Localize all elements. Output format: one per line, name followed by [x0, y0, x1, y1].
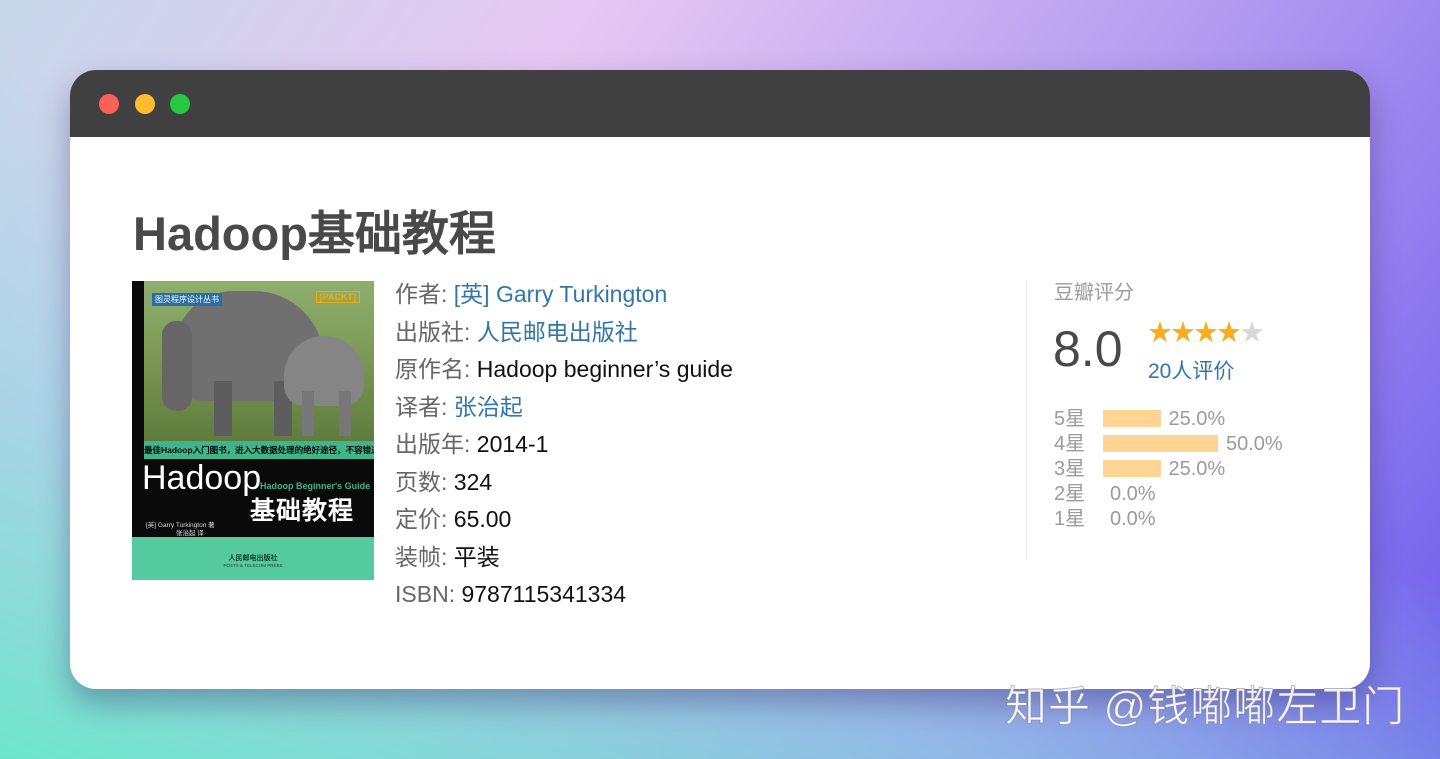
rating-score: 8.0 — [1053, 321, 1123, 377]
rating-count-link[interactable]: 20人评价 — [1148, 355, 1234, 385]
info-row-publisher: 出版社: 人民邮电出版社 — [395, 314, 955, 352]
star-level-label: 3星 — [1054, 458, 1086, 480]
separator: : — [448, 581, 462, 607]
binding-label: 装帧 — [395, 543, 441, 570]
distribution-bar — [1103, 435, 1218, 452]
star-icon: ★ — [1239, 317, 1265, 349]
isbn-label: ISBN — [395, 581, 449, 607]
section-divider — [1026, 280, 1027, 560]
rating-stars: ★★★★★ — [1147, 317, 1265, 349]
separator: : — [464, 318, 477, 345]
publisher-link[interactable]: 人民邮电出版社 — [477, 319, 638, 345]
price-label: 定价 — [395, 506, 441, 532]
rating-distribution-row: 5星 25.0% — [1054, 407, 1314, 432]
separator: : — [441, 506, 454, 532]
author-link[interactable]: [英] Garry Turkington — [454, 281, 667, 307]
rating-distribution-row: 2星 0.0% — [1054, 482, 1314, 507]
distribution-bar — [1103, 410, 1161, 427]
cover-pack-logo: [PACKT] — [315, 291, 360, 303]
distribution-percent: 0.0% — [1110, 508, 1156, 530]
close-window-button[interactable] — [99, 94, 119, 114]
rating-distribution-row: 4星 50.0% — [1054, 432, 1314, 457]
info-row-price: 定价: 65.00 — [395, 501, 955, 539]
zhihu-watermark: 知乎 @钱嘟嘟左卫门 — [1004, 683, 1406, 731]
translator-label: 译者 — [395, 393, 441, 420]
info-row-original-title: 原作名: Hadoop beginner’s guide — [395, 351, 955, 389]
info-row-pub-year: 出版年: 2014-1 — [395, 426, 955, 464]
separator: : — [441, 543, 454, 570]
info-row-author: 作者: [英] Garry Turkington — [395, 276, 955, 314]
pub-year-label: 出版年 — [395, 431, 464, 457]
star-level-label: 5星 — [1054, 408, 1086, 430]
info-row-isbn: ISBN: 9787115341334 — [395, 576, 955, 614]
distribution-bar — [1103, 460, 1161, 477]
distribution-percent: 50.0% — [1226, 433, 1283, 455]
cover-title-en: Hadoop — [142, 459, 262, 497]
distribution-percent: 0.0% — [1110, 483, 1156, 505]
cover-publisher-en: POSTS & TELECOM PRESS — [223, 563, 283, 568]
rating-distribution-row: 1星 0.0% — [1054, 507, 1314, 532]
binding-value: 平装 — [453, 543, 500, 570]
cover-title-cn: 基础教程 — [250, 497, 355, 525]
separator: : — [441, 281, 454, 307]
book-info-list: 作者: [英] Garry Turkington 出版社: 人民邮电出版社 原作… — [395, 276, 955, 614]
translator-link[interactable]: 张治起 — [454, 394, 523, 420]
original-title-value: Hadoop beginner’s guide — [476, 356, 733, 382]
price-value: 65.00 — [453, 506, 512, 532]
pages-value: 324 — [453, 468, 493, 495]
minimize-window-button[interactable] — [135, 94, 155, 114]
star-level-label: 2星 — [1054, 483, 1086, 505]
separator: : — [441, 468, 454, 495]
book-cover-image[interactable]: 图灵程序设计丛书 [PACKT] 最佳Hadoop入门图书，进入大数据处理的绝好… — [132, 281, 374, 580]
maximize-window-button[interactable] — [170, 94, 190, 114]
distribution-percent: 25.0% — [1168, 408, 1226, 430]
separator: : — [464, 356, 477, 382]
star-level-label: 4星 — [1054, 433, 1086, 455]
author-label: 作者 — [395, 281, 441, 307]
cover-bottom-band: 人民邮电出版社 POSTS & TELECOM PRESS — [132, 537, 374, 580]
cover-subtitle-en: Hadoop Beginner's Guide — [260, 481, 371, 491]
cover-publisher: 人民邮电出版社 — [228, 555, 278, 562]
separator: : — [464, 431, 477, 457]
info-row-translator: 译者: 张治起 — [395, 389, 955, 427]
info-row-binding: 装帧: 平装 — [395, 539, 955, 577]
info-row-pages: 页数: 324 — [395, 464, 955, 502]
pub-year-value: 2014-1 — [476, 431, 549, 457]
pages-label: 页数 — [395, 468, 441, 495]
rating-distribution: 5星 25.0% 4星 50.0% 3星 25.0% 2星 0.0% 1星 0.… — [1054, 407, 1314, 532]
rating-distribution-row: 3星 25.0% — [1054, 457, 1314, 482]
rating-heading: 豆瓣评分 — [1054, 282, 1134, 304]
window-titlebar — [70, 70, 1370, 137]
separator: : — [441, 393, 454, 420]
distribution-percent: 25.0% — [1168, 458, 1226, 480]
cover-translator: 张治起 译 — [176, 530, 204, 537]
publisher-label: 出版社 — [395, 318, 464, 345]
book-title: Hadoop基础教程 — [133, 207, 496, 260]
original-title-label: 原作名 — [395, 356, 464, 382]
browser-window: Hadoop基础教程 图灵程序设计丛书 [PACKT] 最佳Hadoop入门图书… — [70, 70, 1370, 689]
star-level-label: 1星 — [1054, 508, 1086, 530]
cover-tagline-strip: 最佳Hadoop入门图书，进入大数据处理的绝好途径，不容错过！ — [144, 441, 374, 459]
cover-series-label: 图灵程序设计丛书 — [152, 293, 222, 306]
isbn-value: 9787115341334 — [461, 581, 627, 607]
